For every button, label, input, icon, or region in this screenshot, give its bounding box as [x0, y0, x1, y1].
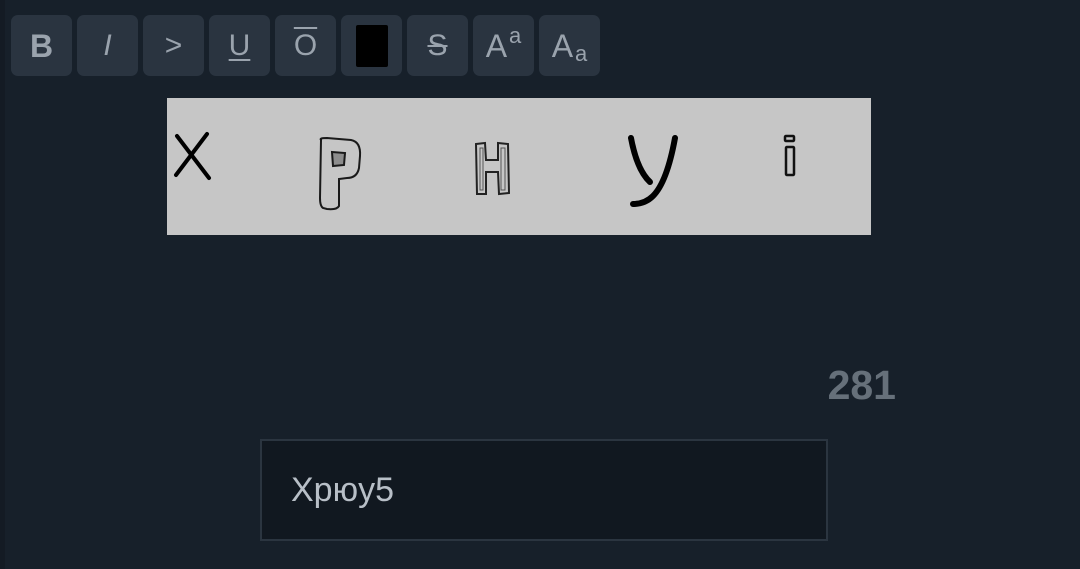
bold-label: B — [29, 27, 54, 64]
captcha-glyph-h — [474, 141, 511, 196]
italic-label: I — [103, 28, 112, 62]
quote-label: > — [164, 28, 183, 62]
color-swatch — [355, 24, 388, 67]
captcha-answer-input[interactable] — [260, 439, 828, 541]
subscript-button[interactable]: Aa — [539, 15, 600, 76]
superscript-button[interactable]: Aa — [473, 15, 534, 76]
underline-label: U — [228, 28, 251, 62]
quote-button[interactable]: > — [143, 15, 204, 76]
captcha-image — [167, 98, 871, 235]
captcha-glyph-x — [174, 132, 211, 180]
overline-button[interactable]: O — [275, 15, 336, 76]
overline-label: O — [293, 28, 318, 62]
superscript-big-label: A — [485, 27, 508, 64]
left-border — [0, 0, 5, 569]
subscript-big-label: A — [551, 27, 574, 64]
superscript-small-label: a — [509, 22, 522, 48]
captcha-glyph-p — [318, 136, 362, 211]
bold-button[interactable]: B — [11, 15, 72, 76]
color-button[interactable] — [341, 15, 402, 76]
italic-button[interactable]: I — [77, 15, 138, 76]
strikethrough-label: S — [427, 28, 448, 62]
underline-button[interactable]: U — [209, 15, 270, 76]
captcha-glyph-i — [783, 134, 796, 177]
captcha-counter: 281 — [827, 362, 896, 408]
subscript-small-label: a — [575, 40, 588, 66]
strikethrough-button[interactable]: S — [407, 15, 468, 76]
captcha-glyph-y — [628, 135, 678, 207]
